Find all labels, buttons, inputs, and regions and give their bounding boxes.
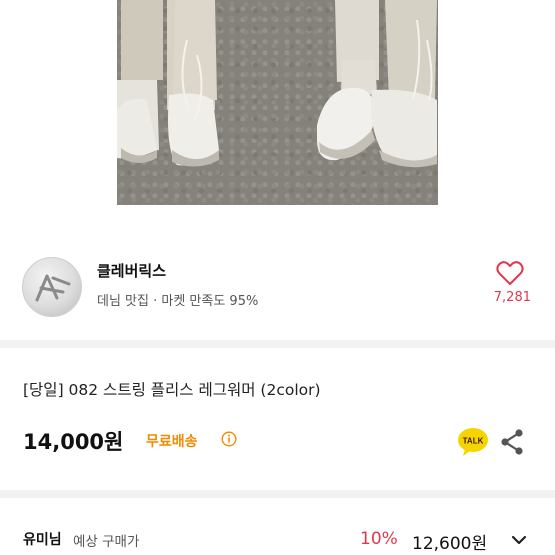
svg-text:TALK: TALK [463, 437, 484, 446]
free-shipping-badge: 무료배송 [146, 434, 198, 450]
share-icon[interactable] [499, 428, 525, 456]
member-price-label: 예상 구매가 [73, 534, 140, 550]
seller-name[interactable]: 클레버릭스 [97, 260, 166, 281]
info-circle-icon[interactable] [221, 431, 237, 447]
like-count: 7,281 [493, 290, 531, 305]
kakao-talk-icon[interactable]: TALK [457, 427, 489, 457]
discounted-price: 12,600원 [412, 534, 488, 554]
product-title: [당일] 082 스트링 플리스 레그워머 (2color) [23, 381, 321, 399]
discount-rate: 10% [360, 529, 398, 549]
seller-subtitle: 데님 맛집 · 마켓 만족도 95% [97, 294, 259, 309]
section-divider [0, 340, 555, 348]
seller-avatar[interactable] [22, 257, 82, 317]
seller-row[interactable]: 클레버릭스 데님 맛집 · 마켓 만족도 95% 7,281 [0, 240, 555, 332]
product-image-art [117, 0, 437, 168]
member-name: 유미님 [23, 532, 62, 548]
chevron-down-icon[interactable] [510, 531, 528, 549]
product-price: 14,000원 [23, 430, 124, 454]
section-divider-2 [0, 490, 555, 498]
member-price-row[interactable]: 유미님 예상 구매가 10% 12,600원 [0, 505, 555, 555]
product-image[interactable] [117, 0, 438, 205]
heart-icon[interactable] [496, 260, 524, 286]
